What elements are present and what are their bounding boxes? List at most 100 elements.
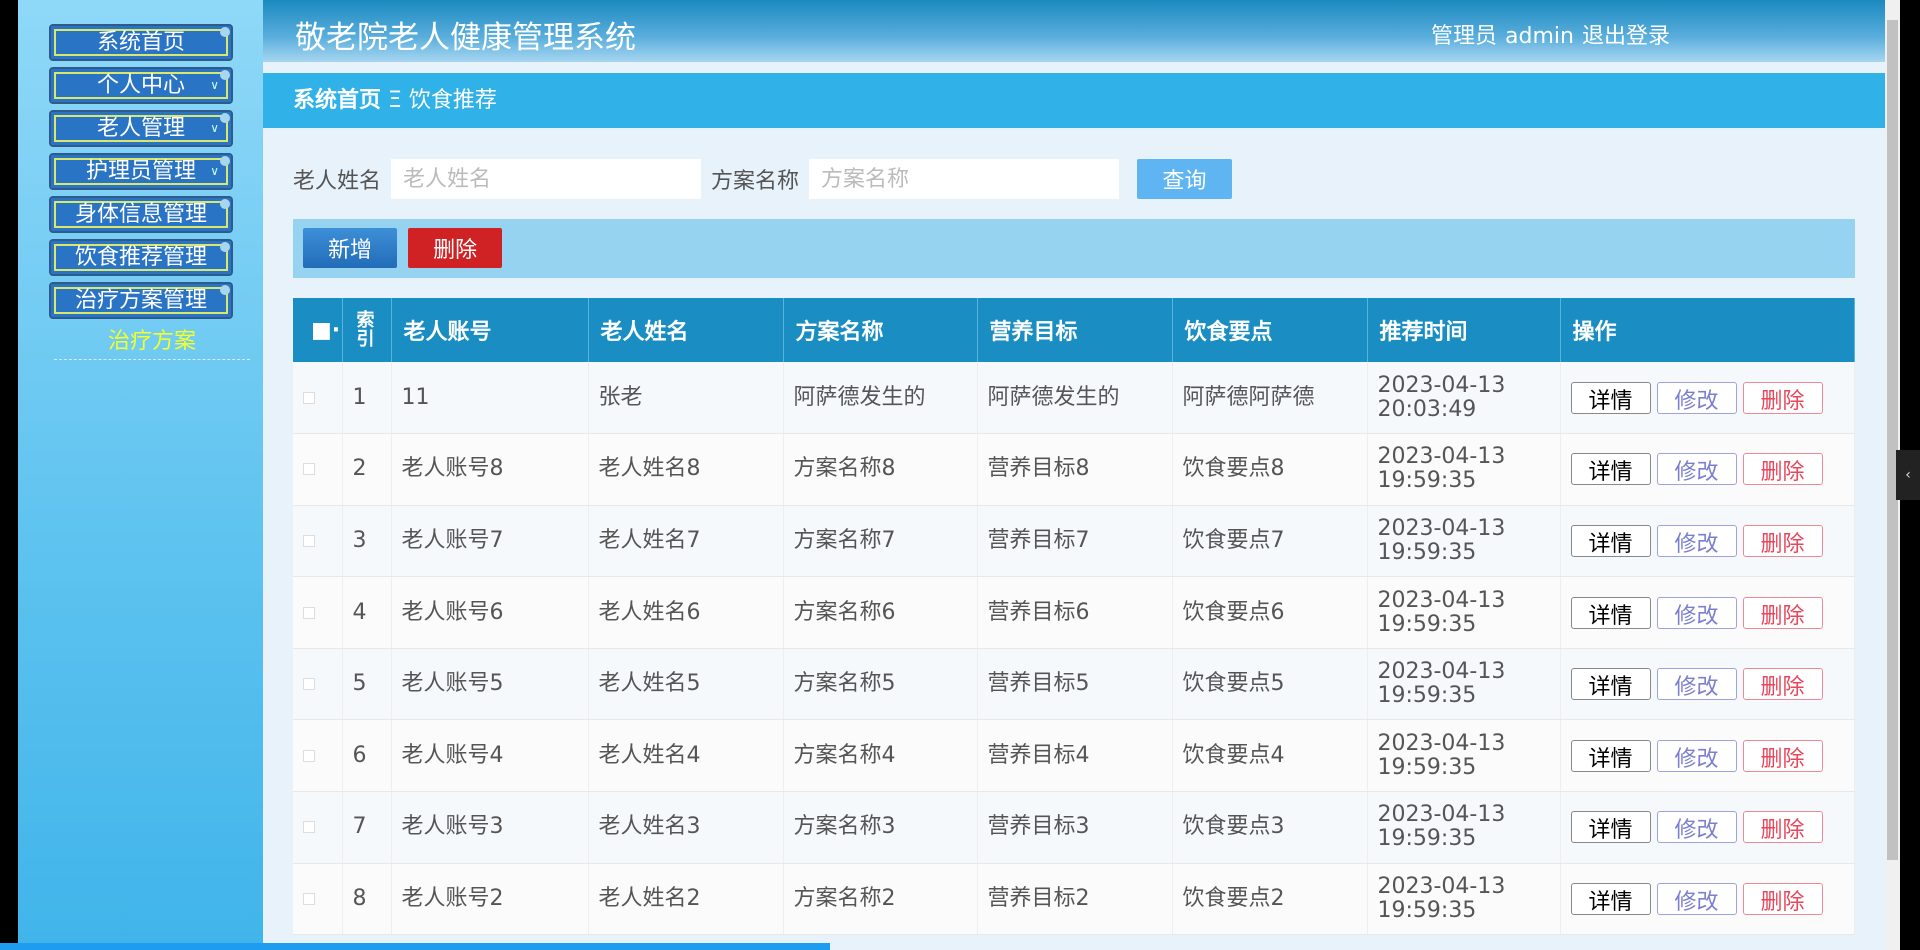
cell-time: 2023-04-13 19:59:35 [1367,505,1561,578]
cell-time: 2023-04-13 19:59:35 [1367,863,1561,936]
row-delete-button[interactable]: 删除 [1742,882,1823,915]
plan-name-input[interactable] [809,159,1120,199]
cell-actions: 详情 修改 删除 [1560,648,1855,721]
cell-plan: 方案名称5 [783,648,978,721]
chevron-down-icon: ∨ [210,78,219,92]
cell-index: 5 [342,648,392,721]
scroll-thumb[interactable] [1887,20,1898,860]
row-checkbox[interactable] [303,391,315,404]
cell-time: 2023-04-13 19:59:35 [1367,648,1561,721]
label: 饮食推荐管理 [74,245,207,270]
add-button[interactable]: 新增 [303,228,397,268]
row-checkbox-cell [293,433,343,506]
cell-time: 2023-04-13 20:03:49 [1367,362,1561,435]
dot-icon [220,242,230,252]
cell-index: 6 [342,719,392,793]
row-checkbox[interactable] [303,749,315,762]
row-checkbox-cell [293,791,343,864]
edit-button[interactable]: 修改 [1656,882,1737,915]
row-delete-button[interactable]: 删除 [1742,596,1823,629]
data-table: ■· 索引 老人账号 老人姓名 方案名称 营养目标 饮食要点 推荐时间 操作 1… [293,298,1855,936]
cell-actions: 详情 修改 删除 [1560,576,1855,649]
edit-button[interactable]: 修改 [1656,739,1737,772]
detail-button[interactable]: 详情 [1570,668,1651,701]
sidebar-item-elderly[interactable]: 老人管理 ∨ [49,110,233,147]
col-index: 索引 [342,298,392,362]
row-delete-button[interactable]: 删除 [1742,811,1823,844]
row-checkbox[interactable] [303,821,315,834]
cell-points: 饮食要点2 [1172,863,1368,936]
row-delete-button[interactable]: 删除 [1742,668,1823,701]
detail-button[interactable]: 详情 [1570,739,1651,772]
detail-button[interactable]: 详情 [1570,596,1651,629]
sidebar-item-caregiver[interactable]: 护理员管理 ∨ [49,153,233,190]
sidebar: 系统首页 个人中心 ∨ 老人管理 ∨ 护理员管理 ∨ 身体信息管理 饮食推荐管理 治疗… [18,0,263,950]
cell-name: 老人姓名4 [588,719,784,793]
sidebar-item-home[interactable]: 系统首页 [49,24,233,61]
cell-name: 老人姓名6 [588,576,784,649]
edit-button[interactable]: 修改 [1656,524,1737,557]
username: admin [1505,24,1574,49]
sidebar-item-personal[interactable]: 个人中心 ∨ [49,67,233,104]
cell-account: 老人账号6 [391,576,589,649]
breadcrumb-home[interactable]: 系统首页 [293,88,381,113]
chevron-down-icon: ∨ [210,164,219,178]
sidebar-item-body-info[interactable]: 身体信息管理 [49,196,233,233]
detail-button[interactable]: 详情 [1570,381,1651,414]
edit-button[interactable]: 修改 [1656,668,1737,701]
row-checkbox[interactable] [303,678,315,691]
row-delete-button[interactable]: 删除 [1742,524,1823,557]
cell-actions: 详情 修改 删除 [1560,433,1855,506]
select-all-checkbox[interactable]: ■· [293,298,343,362]
row-checkbox[interactable] [303,534,315,547]
plan-name-label: 方案名称 [711,169,800,194]
cell-account: 老人账号7 [391,505,589,578]
collapse-panel-chevron-left-icon[interactable]: ‹ [1896,450,1920,500]
search-bar: 老人姓名 方案名称 查询 [293,159,1233,199]
row-checkbox[interactable] [303,463,315,476]
toolbar: 新增 删除 [293,219,1855,278]
edit-button[interactable]: 修改 [1656,381,1737,414]
table-row: 1 11 张老 阿萨德发生的 阿萨德发生的 阿萨德阿萨德 2023-04-13 20:03:… [293,362,1855,435]
row-delete-button[interactable]: 删除 [1742,381,1823,414]
row-delete-button[interactable]: 删除 [1742,739,1823,772]
chevron-down-icon: ∨ [210,121,219,135]
cell-account: 老人账号5 [391,648,589,721]
sidebar-item-treatment[interactable]: 治疗方案管理 [49,282,233,319]
col-plan: 方案名称 [783,298,978,362]
detail-button[interactable]: 详情 [1570,882,1651,915]
cell-name: 老人姓名3 [588,791,784,864]
detail-button[interactable]: 详情 [1570,524,1651,557]
cell-goal: 营养目标2 [977,863,1173,936]
row-delete-button[interactable]: 删除 [1742,453,1823,486]
cell-name: 张老 [588,362,784,435]
elder-name-input[interactable] [391,159,702,199]
row-checkbox[interactable] [303,892,315,905]
cell-points: 阿萨德阿萨德 [1172,362,1368,435]
row-checkbox-cell [293,362,343,435]
detail-button[interactable]: 详情 [1570,811,1651,844]
cell-account: 老人账号3 [391,791,589,864]
edit-button[interactable]: 修改 [1656,811,1737,844]
cell-goal: 营养目标7 [977,505,1173,578]
label: 系统首页 [96,30,185,55]
cell-index: 3 [342,505,392,578]
cell-account: 老人账号4 [391,719,589,793]
horizontal-scrollbar[interactable] [0,943,830,950]
sidebar-item-diet[interactable]: 饮食推荐管理 [49,239,233,276]
dot-icon [220,113,230,123]
cell-actions: 详情 修改 删除 [1560,863,1855,936]
user-info: 管理员 admin 退出登录 [1431,18,1678,50]
edit-button[interactable]: 修改 [1656,453,1737,486]
row-checkbox[interactable] [303,606,315,619]
edit-button[interactable]: 修改 [1656,596,1737,629]
breadcrumb-current: 饮食推荐 [408,88,497,113]
query-button[interactable]: 查询 [1137,159,1233,199]
cell-name: 老人姓名7 [588,505,784,578]
elder-name-label: 老人姓名 [293,169,382,194]
delete-button[interactable]: 删除 [408,228,503,268]
sidebar-subitem-treatment-plan[interactable]: 治疗方案 [54,326,250,360]
cell-points: 饮食要点3 [1172,791,1368,864]
logout-link[interactable]: 退出登录 [1582,24,1670,49]
detail-button[interactable]: 详情 [1570,453,1651,486]
